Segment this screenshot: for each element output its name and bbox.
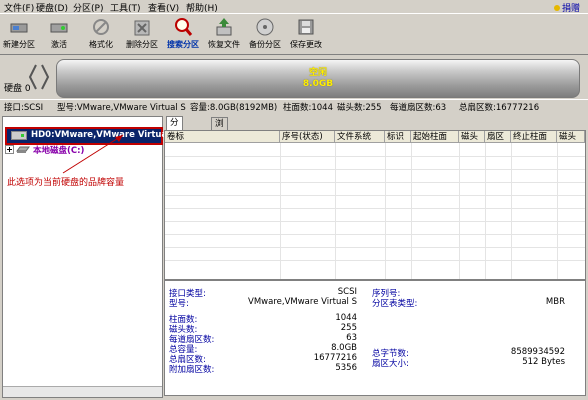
save-changes-icon <box>298 19 314 35</box>
free-space-size: 8.0GB <box>302 79 334 89</box>
free-space-label: 空闲 <box>308 68 327 78</box>
annotation-text: 此选项为当前硬盘的品牌容量 <box>7 178 125 188</box>
detail-model-value: VMware,VMware Virtual S <box>248 297 357 307</box>
backup-partition-button[interactable]: 备份分区 <box>247 16 283 54</box>
search-partition-label: 搜索分区 <box>167 40 199 49</box>
disk-label: 硬盘 0 <box>4 84 31 94</box>
backup-partition-label: 备份分区 <box>249 40 281 49</box>
recover-files-icon <box>216 18 232 36</box>
detail-partition-table-type-label: 分区表类型: <box>372 299 418 309</box>
detail-extra-sectors-label: 附加扇区数: <box>169 365 215 375</box>
info-model: 型号:VMware,VMware Virtual S <box>57 103 186 113</box>
free-space-segment[interactable]: 空闲 8.0GB <box>56 59 580 98</box>
new-partition-label: 新建分区 <box>3 40 35 49</box>
recover-files-button[interactable]: 恢复文件 <box>206 16 242 54</box>
format-icon <box>93 19 109 35</box>
col-volume-label[interactable]: 卷标 <box>165 131 280 143</box>
previous-disk-icon[interactable] <box>28 61 38 93</box>
detail-cylinders-value: 1044 <box>335 313 357 323</box>
detail-total-sectors-value: 16777216 <box>313 353 357 363</box>
backup-partition-icon <box>256 18 274 36</box>
save-changes-button[interactable]: 保存更改 <box>288 16 324 54</box>
disk-tree-pane: HD0:VMware,VMware Virtual 本地磁盘(C:) 此选项为当… <box>2 116 170 398</box>
col-end-cylinder[interactable]: 终止柱面 <box>511 131 557 143</box>
menu-bar: 文件(F) 硬盘(D) 分区(P) 工具(T) 查看(V) 帮助(H) 捐赠 <box>0 0 588 14</box>
detail-sectors-per-track-value: 63 <box>346 333 357 343</box>
detail-heads-value: 255 <box>340 323 357 333</box>
col-file-system[interactable]: 文件系统 <box>335 131 385 143</box>
activate-icon <box>50 23 68 33</box>
partition-table: 卷标 序号(状态) 文件系统 标识 起始柱面 磁头 扇区 终止柱面 磁头 <box>164 130 586 280</box>
disk-map: 硬盘 0 空闲 8.0GB <box>0 55 588 98</box>
col-end-head[interactable]: 磁头 <box>557 131 585 143</box>
detail-partition-table-type-value: MBR <box>545 297 565 307</box>
search-partition-button[interactable]: 搜索分区 <box>165 16 201 54</box>
new-partition-icon <box>10 23 28 33</box>
activate-label: 激活 <box>51 40 67 49</box>
tab-browse-files[interactable]: 浏览文件 <box>211 117 228 165</box>
new-partition-button[interactable]: 新建分区 <box>1 16 37 54</box>
detail-model-label: 型号: <box>169 299 189 309</box>
info-total-sectors: 总扇区数:16777216 <box>459 103 540 113</box>
toolbar: 新建分区 激活 格式化 删除分区 搜索分区 恢复文件 备份分区 保存更改 <box>0 13 588 55</box>
partition-pane: 分区参数 浏览文件 卷标 序号(状态) 文件系统 标识 起始柱面 磁头 扇区 终… <box>164 116 586 396</box>
save-changes-label: 保存更改 <box>290 40 322 49</box>
detail-total-capacity-value: 8.0GB <box>331 343 357 353</box>
info-heads: 磁头数:255 <box>337 103 382 113</box>
next-disk-icon[interactable] <box>40 61 50 93</box>
disk-details-panel: 接口类型: SCSI 型号: VMware,VMware Virtual S 柱… <box>164 280 586 396</box>
delete-partition-label: 删除分区 <box>126 40 158 49</box>
col-start-sector[interactable]: 扇区 <box>485 131 511 143</box>
activate-button[interactable]: 激活 <box>41 16 77 54</box>
detail-interface-value: SCSI <box>337 287 357 297</box>
col-start-head[interactable]: 磁头 <box>459 131 485 143</box>
delete-partition-button[interactable]: 删除分区 <box>124 16 160 54</box>
detail-sector-size-value: 512 Bytes <box>522 357 565 367</box>
col-index-status[interactable]: 序号(状态) <box>280 131 335 143</box>
col-start-cylinder[interactable]: 起始柱面 <box>411 131 459 143</box>
detail-sector-size-label: 扇区大小: <box>372 359 409 369</box>
detail-extra-sectors-value: 5356 <box>335 363 357 373</box>
info-interface: 接口:SCSI <box>4 103 44 113</box>
disk-info-line: 接口:SCSI 型号:VMware,VMware Virtual S 容量:8.… <box>0 99 588 113</box>
info-capacity: 容量:8.0GB(8192MB) <box>190 103 278 113</box>
recover-files-label: 恢复文件 <box>208 40 240 49</box>
format-label: 格式化 <box>89 40 113 49</box>
detail-total-bytes-value: 8589934592 <box>510 347 565 357</box>
donate-icon <box>553 5 560 11</box>
info-sectors-per-track: 每道扇区数:63 <box>390 103 447 113</box>
search-partition-icon <box>175 18 193 36</box>
tree-horizontal-scrollbar[interactable] <box>3 386 162 397</box>
info-cylinders: 柱面数:1044 <box>283 103 333 113</box>
delete-partition-icon <box>134 20 150 36</box>
tab-partition-params[interactable]: 分区参数 <box>166 116 183 164</box>
col-id[interactable]: 标识 <box>385 131 411 143</box>
format-button[interactable]: 格式化 <box>83 16 119 54</box>
